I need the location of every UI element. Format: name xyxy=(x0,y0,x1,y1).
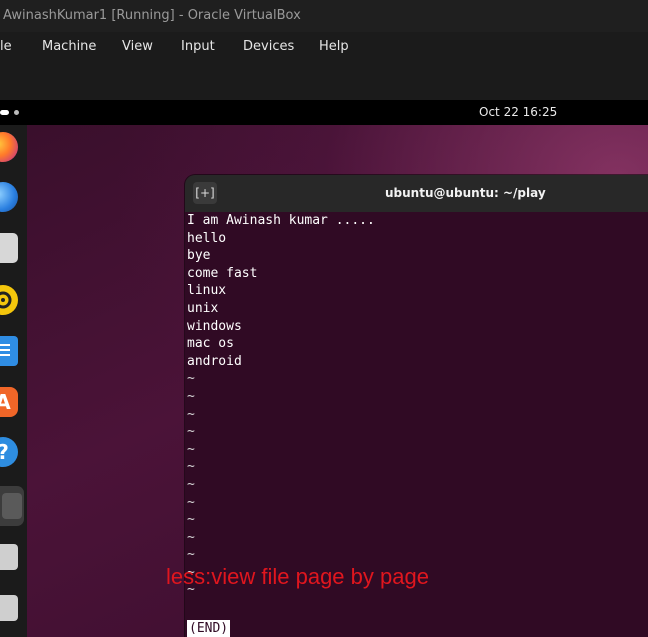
terminal-line: android xyxy=(187,353,242,369)
terminal-headerbar[interactable]: [+] ubuntu@ubuntu: ~/play xyxy=(185,175,648,212)
workspace-indicator[interactable] xyxy=(14,110,19,115)
terminal-glyph-icon xyxy=(2,493,22,519)
empty-line-tilde: ~ xyxy=(187,406,195,422)
empty-line-tilde: ~ xyxy=(187,459,195,475)
menu-file[interactable]: le xyxy=(0,39,12,54)
rhythmbox-glyph-icon xyxy=(0,291,12,309)
workspace-indicator-active[interactable] xyxy=(0,110,9,115)
terminal-line: mac os xyxy=(187,336,234,352)
help-glyph-icon: ? xyxy=(0,440,9,464)
menu-help[interactable]: Help xyxy=(319,39,349,54)
terminal-line: linux xyxy=(187,283,227,299)
files-icon[interactable] xyxy=(0,233,18,263)
terminal-icon[interactable] xyxy=(0,486,24,526)
empty-line-tilde: ~ xyxy=(187,529,195,545)
menu-view[interactable]: View xyxy=(122,39,153,54)
software-glyph-icon: A xyxy=(0,390,11,414)
empty-line-tilde: ~ xyxy=(187,494,195,510)
empty-line-tilde: ~ xyxy=(187,388,195,404)
new-tab-button[interactable]: [+] xyxy=(193,182,217,204)
terminal-line: windows xyxy=(187,318,242,334)
writer-glyph-icon xyxy=(0,344,10,356)
writer-icon[interactable] xyxy=(0,336,18,366)
terminal-title: ubuntu@ubuntu: ~/play xyxy=(385,186,546,200)
empty-line-tilde: ~ xyxy=(187,547,195,563)
terminal-line: hello xyxy=(187,230,227,246)
menu-devices[interactable]: Devices xyxy=(243,39,294,54)
menu-machine[interactable]: Machine xyxy=(42,39,96,54)
empty-line-tilde: ~ xyxy=(187,424,195,440)
terminal-line: unix xyxy=(187,300,219,316)
drive-icon[interactable] xyxy=(0,595,18,621)
new-tab-icon: [+] xyxy=(195,186,215,200)
clock[interactable]: Oct 22 16:25 xyxy=(479,105,557,119)
empty-line-tilde: ~ xyxy=(187,371,195,387)
empty-line-tilde: ~ xyxy=(187,512,195,528)
terminal-line: I am Awinash kumar ..... xyxy=(187,213,375,228)
empty-line-tilde: ~ xyxy=(187,441,195,457)
gnome-topbar: Oct 22 16:25 xyxy=(0,100,648,125)
vbox-menubar: le Machine View Input Devices Help xyxy=(0,32,648,100)
software-icon[interactable]: A xyxy=(0,387,18,417)
caption-overlay: less:view file page by page xyxy=(166,564,429,589)
vbox-titlebar: AwinashKumar1 [Running] - Oracle Virtual… xyxy=(0,0,648,32)
menu-input[interactable]: Input xyxy=(181,39,215,54)
pager-end-marker: (END) xyxy=(187,620,231,637)
terminal-line: come fast xyxy=(187,265,258,281)
vbox-window-title: AwinashKumar1 [Running] - Oracle Virtual… xyxy=(3,8,301,23)
terminal-line: bye xyxy=(187,248,211,264)
drive-icon[interactable] xyxy=(0,544,18,570)
empty-line-tilde: ~ xyxy=(187,476,195,492)
